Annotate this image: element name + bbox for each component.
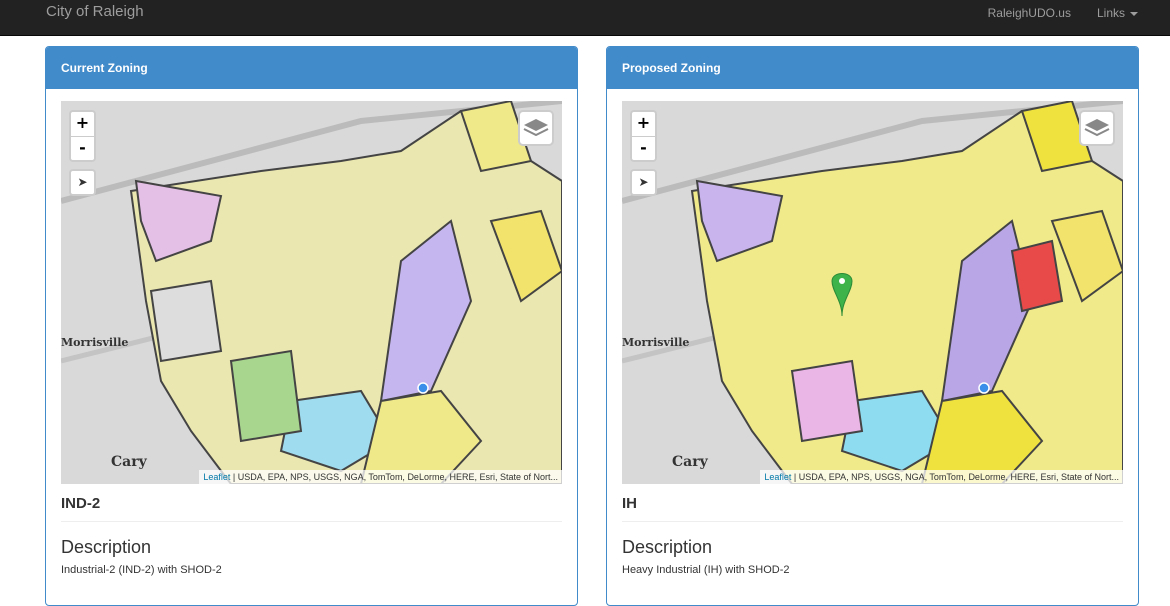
zoom-out-button[interactable]: -	[71, 136, 94, 160]
description-heading: Description	[61, 537, 152, 557]
caret-down-icon	[1130, 11, 1138, 16]
nav-link-raleighudo[interactable]: RaleighUDO.us	[988, 6, 1071, 20]
leaflet-link[interactable]: Leaflet	[764, 472, 791, 482]
svg-text:Morrisville: Morrisville	[622, 336, 689, 349]
zone-code: IND-2	[61, 495, 101, 512]
current-zoning-panel: Current Zoning Morrisville Cary + - ➤ Le…	[45, 46, 578, 606]
zone-code: IH	[622, 495, 637, 512]
divider	[61, 521, 562, 522]
leaflet-link[interactable]: Leaflet	[203, 472, 230, 482]
description-heading: Description	[622, 537, 713, 557]
svg-text:Cary: Cary	[111, 454, 148, 470]
locate-icon[interactable]: ➤	[69, 169, 96, 196]
svg-text:Morrisville: Morrisville	[61, 336, 128, 349]
zoom-control: + -	[630, 110, 657, 162]
map-tiles: Morrisville Cary	[622, 101, 1123, 484]
layers-icon[interactable]	[1079, 110, 1115, 146]
description-text: Heavy Industrial (IH) with SHOD-2	[622, 564, 790, 576]
map-attribution: Leaflet | USDA, EPA, NPS, USGS, NGA, Tom…	[199, 470, 562, 484]
navbar: City of Raleigh RaleighUDO.us Links	[0, 0, 1170, 36]
svg-text:Cary: Cary	[672, 454, 709, 470]
zoom-in-button[interactable]: +	[71, 112, 94, 136]
map-tiles: Morrisville Cary	[61, 101, 562, 484]
brand-link[interactable]: City of Raleigh	[46, 3, 144, 21]
navbar-links: RaleighUDO.us Links	[988, 6, 1138, 20]
nav-links-label: Links	[1096, 6, 1125, 20]
zoom-control: + -	[69, 110, 96, 162]
zoning-map[interactable]: Morrisville Cary + - ➤ Leaflet | USDA, E…	[622, 101, 1123, 484]
zoom-out-button[interactable]: -	[632, 136, 655, 160]
attribution-text: | USDA, EPA, NPS, USGS, NGA, TomTom, DeL…	[230, 472, 558, 482]
panel-title: Proposed Zoning	[607, 47, 1138, 89]
attribution-text: | USDA, EPA, NPS, USGS, NGA, TomTom, DeL…	[791, 472, 1119, 482]
description-text: Industrial-2 (IND-2) with SHOD-2	[61, 564, 222, 576]
nav-links-dropdown[interactable]: Links	[1097, 6, 1138, 20]
zoning-map[interactable]: Morrisville Cary + - ➤ Leaflet | USDA, E…	[61, 101, 562, 484]
divider	[622, 521, 1123, 522]
locate-icon[interactable]: ➤	[630, 169, 657, 196]
panel-title: Current Zoning	[46, 47, 577, 89]
zoom-in-button[interactable]: +	[632, 112, 655, 136]
layers-icon[interactable]	[518, 110, 554, 146]
map-attribution: Leaflet | USDA, EPA, NPS, USGS, NGA, Tom…	[760, 470, 1123, 484]
proposed-zoning-panel: Proposed Zoning Morrisville Cary + - ➤ L…	[606, 46, 1139, 606]
